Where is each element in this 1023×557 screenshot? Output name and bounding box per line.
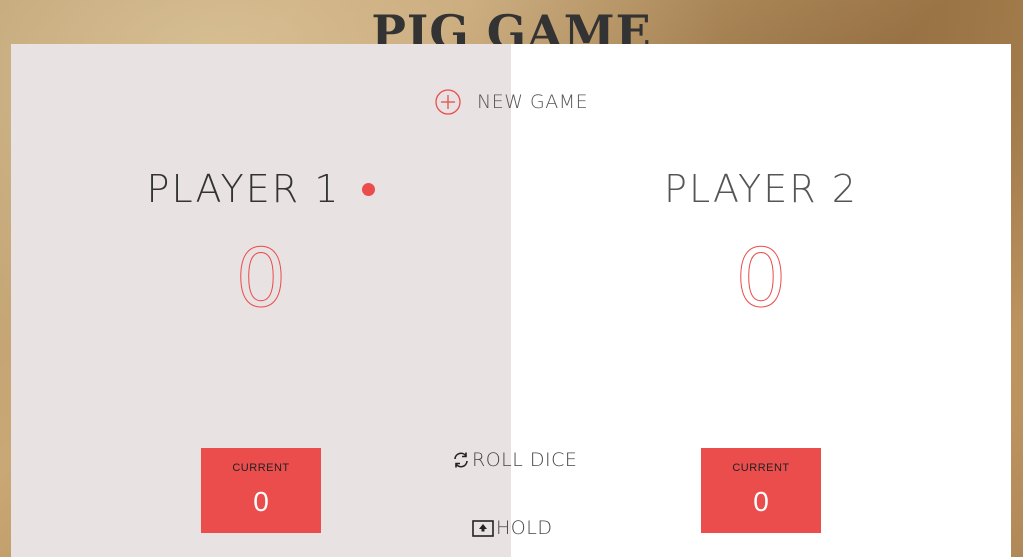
- plus-circle-icon: [435, 89, 461, 115]
- hold-button[interactable]: HOLD: [472, 515, 552, 541]
- player-2-score: 0: [735, 232, 787, 325]
- player-2-current-score: 0: [753, 486, 769, 517]
- hold-label: HOLD: [496, 517, 553, 539]
- player-1-panel: PLAYER 1 0 CURRENT 0: [11, 44, 511, 557]
- player-1-score: 0: [235, 232, 287, 325]
- upload-box-icon: [472, 519, 494, 537]
- new-game-label: NEW GAME: [477, 91, 589, 113]
- refresh-icon: [454, 452, 468, 468]
- player-1-current-score: 0: [253, 486, 269, 517]
- player-2-name-row: PLAYER 2: [511, 164, 1011, 214]
- active-player-dot-icon: [362, 183, 376, 196]
- player-1-name-row: PLAYER 1: [11, 164, 511, 214]
- player-2-current-label: CURRENT: [732, 462, 790, 474]
- player-1-name: PLAYER 1: [146, 167, 341, 211]
- player-2-current-box: CURRENT 0: [701, 448, 821, 533]
- player-1-current-box: CURRENT 0: [201, 448, 321, 533]
- player-1-current-label: CURRENT: [232, 462, 290, 474]
- player-2-panel: PLAYER 2 0 CURRENT 0: [511, 44, 1011, 557]
- roll-dice-label: ROLL DICE: [472, 449, 578, 471]
- game-board: PLAYER 1 0 CURRENT 0 PLAYER 2 0 CURRENT …: [11, 44, 1011, 557]
- player-2-name: PLAYER 2: [664, 167, 858, 211]
- new-game-button[interactable]: NEW GAME: [435, 88, 588, 116]
- roll-dice-button[interactable]: ROLL DICE: [452, 447, 577, 473]
